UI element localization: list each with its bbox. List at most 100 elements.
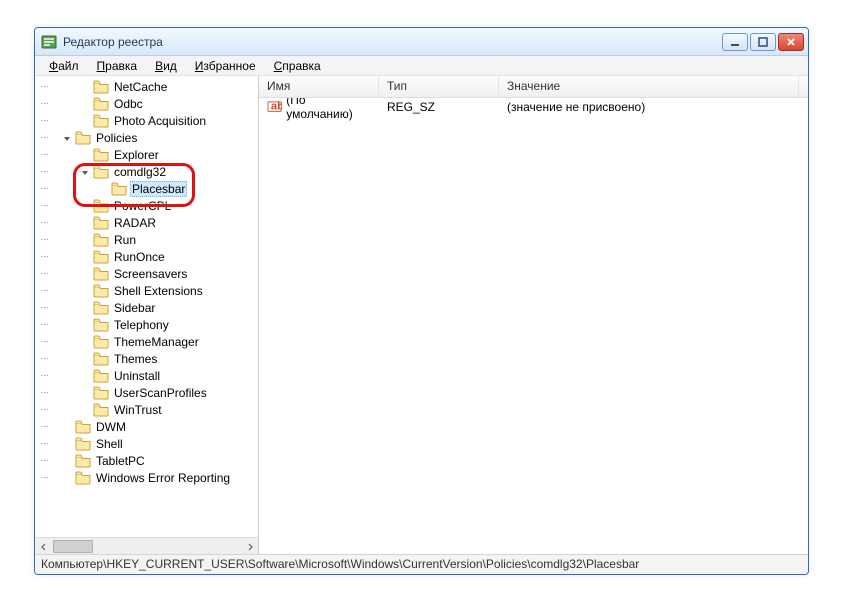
list-row[interactable]: ab(По умолчанию)REG_SZ(значение не присв… (259, 98, 808, 116)
tree-connector-icon: ⋯ (39, 286, 49, 295)
chevron-right-icon (79, 149, 91, 161)
tree-item[interactable]: ⋯Sidebar (37, 299, 258, 316)
list-body[interactable]: ab(По умолчанию)REG_SZ(значение не присв… (259, 98, 808, 554)
menu-вид[interactable]: Вид (147, 57, 185, 75)
col-type[interactable]: Тип (379, 76, 499, 97)
tree-connector-icon: ⋯ (39, 303, 49, 312)
tree-item[interactable]: ⋯ UserScanProfiles (37, 384, 258, 401)
chevron-right-icon (61, 455, 73, 467)
scroll-thumb[interactable] (53, 540, 93, 553)
tree-item[interactable]: ⋯ Explorer (37, 146, 258, 163)
content-area: ⋯NetCache⋯Odbc⋯Photo Acquisition⋯Policie… (35, 76, 808, 554)
col-value[interactable]: Значение (499, 76, 799, 97)
minimize-button[interactable] (722, 33, 748, 51)
scroll-right-icon[interactable] (241, 538, 258, 554)
tree-item[interactable]: ⋯TabletPC (37, 452, 258, 469)
tree-view[interactable]: ⋯NetCache⋯Odbc⋯Photo Acquisition⋯Policie… (35, 76, 258, 537)
folder-icon (93, 403, 109, 417)
tree-connector-icon: ⋯ (39, 133, 49, 142)
chevron-right-icon (79, 268, 91, 280)
tree-horizontal-scrollbar[interactable] (35, 537, 258, 554)
tree-item[interactable]: ⋯comdlg32 (37, 163, 258, 180)
folder-icon (75, 131, 91, 145)
chevron-right-icon (79, 336, 91, 348)
folder-icon (93, 165, 109, 179)
col-name[interactable]: Имя (259, 76, 379, 97)
tree-item-label: comdlg32 (112, 165, 168, 179)
tree-connector-icon: ⋯ (39, 388, 49, 397)
folder-icon (93, 233, 109, 247)
tree-item[interactable]: ⋯Telephony (37, 316, 258, 333)
tree-item-label: UserScanProfiles (112, 386, 209, 400)
tree-item-label: Uninstall (112, 369, 162, 383)
chevron-right-icon (79, 285, 91, 297)
menu-файл[interactable]: Файл (41, 57, 87, 75)
tree-item-label: DWM (94, 420, 128, 434)
tree-item[interactable]: ⋯RunOnce (37, 248, 258, 265)
folder-icon (93, 352, 109, 366)
close-button[interactable] (778, 33, 804, 51)
tree-item[interactable]: ⋯PowerCPL (37, 197, 258, 214)
list-pane: Имя Тип Значение ab(По умолчанию)REG_SZ(… (259, 76, 808, 554)
tree-item[interactable]: ⋯Uninstall (37, 367, 258, 384)
tree-item[interactable]: ⋯ Placesbar (37, 180, 258, 197)
folder-icon (93, 301, 109, 315)
window-title: Редактор реестра (63, 35, 722, 49)
tree-connector-icon: ⋯ (39, 456, 49, 465)
menubar: ФайлПравкаВидИзбранноеСправка (35, 56, 808, 76)
chevron-right-icon (61, 472, 73, 484)
tree-connector-icon: ⋯ (39, 235, 49, 244)
folder-icon (93, 216, 109, 230)
menu-избранное[interactable]: Избранное (187, 57, 264, 75)
tree-connector-icon: ⋯ (39, 252, 49, 261)
folder-icon (93, 199, 109, 213)
tree-item[interactable]: ⋯ Run (37, 231, 258, 248)
tree-item-label: Shell Extensions (112, 284, 205, 298)
tree-item[interactable]: ⋯Screensavers (37, 265, 258, 282)
tree-item[interactable]: ⋯NetCache (37, 78, 258, 95)
svg-text:ab: ab (271, 100, 282, 112)
folder-icon (93, 148, 109, 162)
chevron-down-icon[interactable] (79, 166, 91, 178)
folder-icon (111, 182, 127, 196)
tree-item[interactable]: ⋯ThemeManager (37, 333, 258, 350)
tree-item[interactable]: ⋯Windows Error Reporting (37, 469, 258, 486)
tree-connector-icon: ⋯ (39, 269, 49, 278)
folder-icon (75, 437, 91, 451)
tree-connector-icon: ⋯ (39, 337, 49, 346)
chevron-right-icon (61, 438, 73, 450)
tree-connector-icon: ⋯ (39, 405, 49, 414)
chevron-right-icon (79, 319, 91, 331)
chevron-right-icon (79, 234, 91, 246)
tree-item[interactable]: ⋯RADAR (37, 214, 258, 231)
folder-icon (93, 284, 109, 298)
folder-icon (93, 97, 109, 111)
tree-item-label: PowerCPL (112, 199, 173, 213)
tree-item[interactable]: ⋯Shell (37, 435, 258, 452)
window-buttons (722, 33, 804, 51)
tree-connector-icon: ⋯ (39, 184, 49, 193)
tree-item[interactable]: ⋯Photo Acquisition (37, 112, 258, 129)
scroll-left-icon[interactable] (35, 538, 52, 554)
tree-item[interactable]: ⋯WinTrust (37, 401, 258, 418)
tree-connector-icon: ⋯ (39, 473, 49, 482)
tree-item[interactable]: ⋯Odbc (37, 95, 258, 112)
list-header[interactable]: Имя Тип Значение (259, 76, 808, 98)
tree-item[interactable]: ⋯Themes (37, 350, 258, 367)
chevron-right-icon (79, 217, 91, 229)
tree-item[interactable]: ⋯ Shell Extensions (37, 282, 258, 299)
tree-item-label: Run (112, 233, 138, 247)
tree-item-label: Placesbar (130, 181, 187, 197)
folder-icon (75, 454, 91, 468)
titlebar[interactable]: Редактор реестра (35, 28, 808, 56)
menu-справка[interactable]: Справка (266, 57, 329, 75)
tree-connector-icon: ⋯ (39, 150, 49, 159)
tree-item[interactable]: ⋯DWM (37, 418, 258, 435)
maximize-button[interactable] (750, 33, 776, 51)
chevron-down-icon[interactable] (61, 132, 73, 144)
cell-type: REG_SZ (379, 100, 499, 114)
tree-item-label: Explorer (112, 148, 161, 162)
tree-item[interactable]: ⋯Policies (37, 129, 258, 146)
menu-правка[interactable]: Правка (89, 57, 146, 75)
tree-connector-icon: ⋯ (39, 439, 49, 448)
